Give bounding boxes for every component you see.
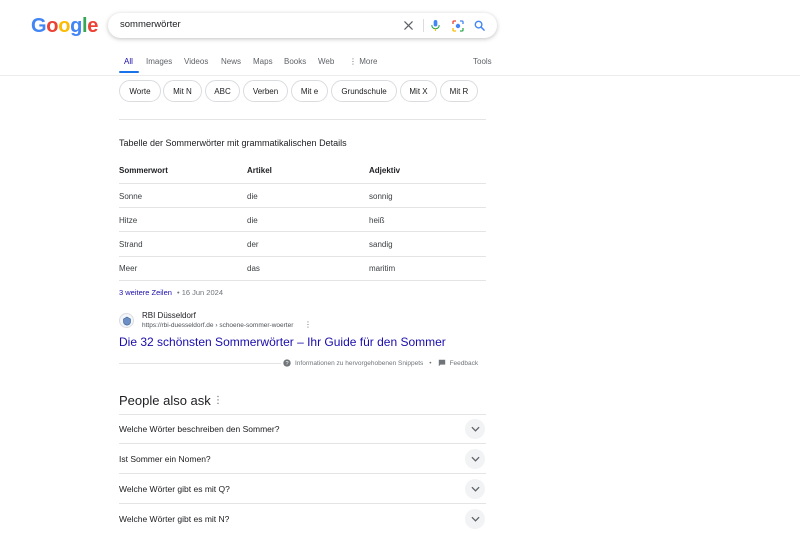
lens-icon[interactable] — [449, 17, 466, 34]
search-box-separator — [423, 19, 424, 32]
table-row-divider — [119, 231, 486, 232]
snippet-date: • 16 Jun 2024 — [177, 288, 223, 297]
chevron-down-icon[interactable] — [465, 479, 485, 499]
tab-all[interactable]: All — [124, 57, 133, 66]
chip-mit-e[interactable]: Mit e — [291, 80, 328, 102]
google-logo[interactable]: Google — [31, 15, 98, 38]
snippet-info-bar: ? Informationen zu hervorgehobenen Snipp… — [283, 359, 478, 367]
table-caption: Tabelle der Sommerwörter mit grammatikal… — [119, 138, 347, 148]
table-cell: sonnig — [369, 192, 393, 201]
chip-worte[interactable]: Worte — [119, 80, 161, 102]
help-icon[interactable]: ? — [283, 359, 291, 367]
chip-grundschule[interactable]: Grundschule — [331, 80, 397, 102]
chip-mit-r[interactable]: Mit R — [440, 80, 478, 102]
tab-news[interactable]: News — [221, 57, 241, 66]
more-options-icon[interactable]: ⋮ — [304, 320, 312, 329]
snippet-divider — [119, 363, 281, 364]
table-cell: die — [247, 216, 258, 225]
search-header: Google sommerwörter — [0, 0, 800, 76]
divider — [119, 473, 486, 474]
tab-videos[interactable]: Videos — [184, 57, 208, 66]
tools-button[interactable]: Tools — [473, 57, 492, 66]
tab-books[interactable]: Books — [284, 57, 306, 66]
chevron-down-icon[interactable] — [465, 449, 485, 469]
table-cell: sandig — [369, 240, 393, 249]
tab-maps[interactable]: Maps — [253, 57, 273, 66]
svg-text:?: ? — [285, 361, 288, 367]
search-box[interactable]: sommerwörter — [108, 13, 497, 38]
site-favicon-icon[interactable] — [119, 313, 134, 328]
tab-more[interactable]: ⋮ More — [349, 57, 377, 66]
divider — [119, 414, 486, 415]
divider — [119, 503, 486, 504]
feedback-link[interactable]: Feedback — [450, 360, 479, 367]
result-title-link[interactable]: Die 32 schönsten Sommerwörter – Ihr Guid… — [119, 335, 446, 349]
clear-icon[interactable] — [400, 17, 417, 34]
table-cell: maritim — [369, 264, 396, 273]
table-cell: Meer — [119, 264, 138, 273]
chip-verben[interactable]: Verben — [243, 80, 288, 102]
paa-question[interactable]: Welche Wörter gibt es mit Q? — [119, 484, 230, 494]
table-cell: der — [247, 240, 259, 249]
table-cell: heiß — [369, 216, 385, 225]
column-header-sommerwort: Sommerwort — [119, 166, 168, 175]
chevron-down-icon[interactable] — [465, 509, 485, 529]
tab-web[interactable]: Web — [318, 57, 334, 66]
paa-question[interactable]: Welche Wörter gibt es mit N? — [119, 514, 229, 524]
more-rows-link[interactable]: 3 weitere Zeilen — [119, 288, 172, 297]
chevron-down-icon[interactable] — [465, 419, 485, 439]
divider — [119, 119, 486, 120]
table-row-divider — [119, 256, 486, 257]
snippet-info-label[interactable]: Informationen zu hervorgehobenen Snippet… — [295, 360, 423, 367]
table-cell: das — [247, 264, 260, 273]
table-row-divider — [119, 280, 486, 281]
column-header-artikel: Artikel — [247, 166, 272, 175]
paa-question[interactable]: Welche Wörter beschreiben den Sommer? — [119, 424, 279, 434]
divider — [119, 443, 486, 444]
tab-images[interactable]: Images — [146, 57, 172, 66]
more-dots-icon: ⋮ — [349, 57, 357, 66]
search-icon[interactable] — [471, 17, 488, 34]
table-cell: Strand — [119, 240, 143, 249]
paa-question[interactable]: Ist Sommer ein Nomen? — [119, 454, 211, 464]
site-url[interactable]: https://rbi-duesseldorf.de › schoene-som… — [142, 322, 293, 329]
search-input[interactable]: sommerwörter — [120, 19, 181, 30]
chip-mit-n[interactable]: Mit N — [163, 80, 202, 102]
table-row-divider — [119, 183, 486, 184]
table-cell: die — [247, 192, 258, 201]
people-also-ask-title: People also ask — [119, 393, 211, 408]
chip-abc[interactable]: ABC — [205, 80, 240, 102]
table-row-divider — [119, 207, 486, 208]
table-cell: Sonne — [119, 192, 143, 201]
paa-more-options-icon[interactable]: ⋮ — [213, 395, 223, 406]
chip-mit-x[interactable]: Mit X — [400, 80, 437, 102]
feedback-icon[interactable] — [438, 359, 446, 367]
column-header-adjektiv: Adjektiv — [369, 166, 401, 175]
active-tab-indicator — [119, 71, 139, 73]
site-name[interactable]: RBI Düsseldorf — [142, 311, 196, 320]
tab-more-label: More — [359, 57, 378, 66]
microphone-icon[interactable] — [427, 17, 444, 34]
table-cell: Hitze — [119, 216, 138, 225]
separator-dot: • — [429, 359, 432, 367]
